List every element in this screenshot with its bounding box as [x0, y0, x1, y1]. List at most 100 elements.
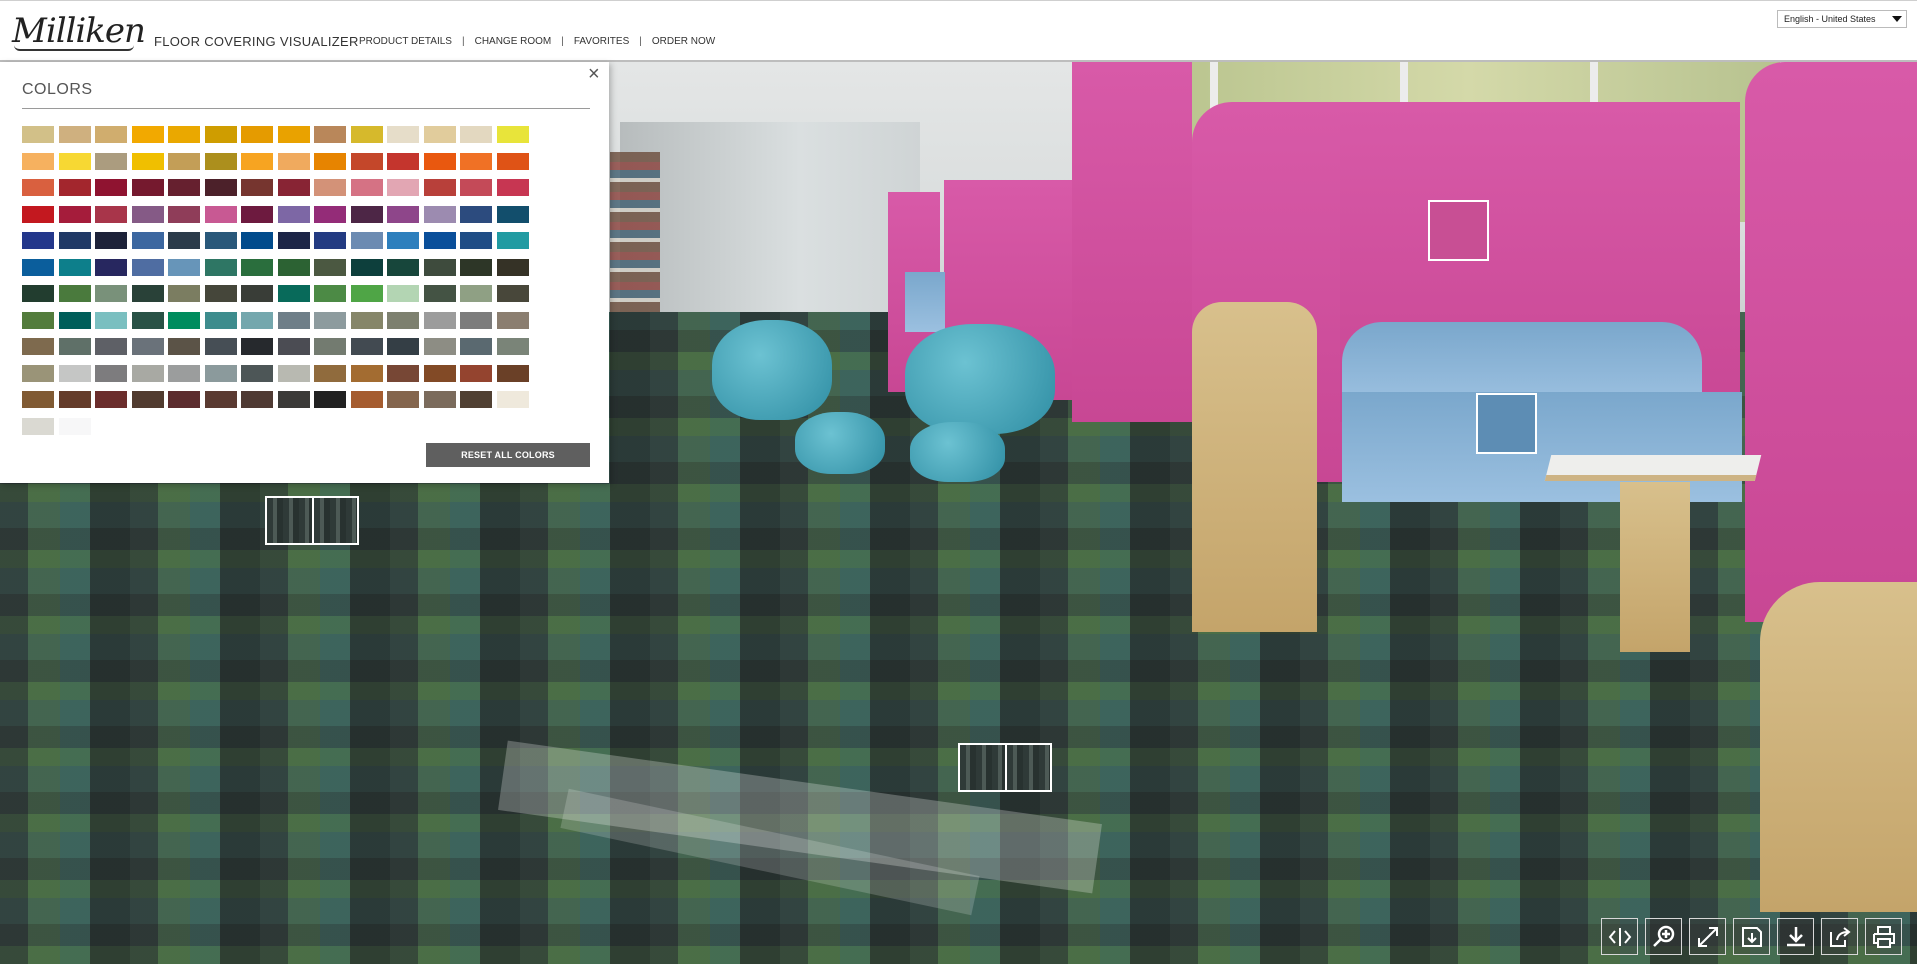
- color-swatch[interactable]: [131, 311, 164, 329]
- color-swatch[interactable]: [314, 258, 346, 276]
- color-swatch[interactable]: [58, 391, 91, 408]
- color-swatch[interactable]: [387, 391, 419, 408]
- color-swatch[interactable]: [314, 205, 346, 223]
- color-swatch[interactable]: [350, 311, 383, 329]
- color-swatch[interactable]: [22, 232, 54, 249]
- color-swatch[interactable]: [131, 285, 164, 302]
- color-swatch[interactable]: [277, 285, 310, 302]
- color-swatch[interactable]: [460, 152, 492, 170]
- color-swatch[interactable]: [131, 258, 164, 276]
- color-swatch[interactable]: [277, 126, 310, 143]
- color-swatch[interactable]: [95, 338, 127, 355]
- color-swatch[interactable]: [58, 232, 91, 249]
- nav-order-now[interactable]: ORDER NOW: [652, 36, 715, 47]
- color-swatch[interactable]: [58, 205, 91, 223]
- color-swatch[interactable]: [131, 205, 164, 223]
- color-swatch[interactable]: [350, 126, 383, 143]
- color-swatch[interactable]: [241, 285, 273, 302]
- color-swatch[interactable]: [95, 311, 127, 329]
- color-swatch[interactable]: [168, 232, 200, 249]
- color-swatch[interactable]: [350, 364, 383, 382]
- color-swatch[interactable]: [350, 205, 383, 223]
- color-swatch[interactable]: [58, 179, 91, 196]
- color-swatch[interactable]: [241, 391, 273, 408]
- color-swatch[interactable]: [22, 258, 54, 276]
- color-swatch[interactable]: [423, 285, 456, 302]
- close-icon[interactable]: ×: [588, 64, 600, 84]
- color-swatch[interactable]: [22, 391, 54, 408]
- color-swatch[interactable]: [387, 126, 419, 143]
- color-swatch[interactable]: [496, 311, 529, 329]
- zoom-in-button[interactable]: [1645, 918, 1682, 955]
- color-swatch[interactable]: [460, 258, 492, 276]
- color-swatch[interactable]: [460, 232, 492, 249]
- color-swatch[interactable]: [241, 338, 273, 355]
- color-swatch[interactable]: [496, 179, 529, 196]
- carpet-hotspot-left[interactable]: [265, 496, 359, 545]
- color-swatch[interactable]: [496, 258, 529, 276]
- color-swatch[interactable]: [496, 232, 529, 249]
- color-swatch[interactable]: [277, 311, 310, 329]
- color-swatch[interactable]: [496, 205, 529, 223]
- color-swatch[interactable]: [460, 391, 492, 408]
- color-swatch[interactable]: [460, 126, 492, 143]
- color-swatch[interactable]: [387, 152, 419, 170]
- color-swatch[interactable]: [241, 364, 273, 382]
- color-swatch[interactable]: [277, 338, 310, 355]
- color-swatch[interactable]: [168, 285, 200, 302]
- compare-button[interactable]: [1601, 918, 1638, 955]
- color-swatch[interactable]: [460, 179, 492, 196]
- color-swatch[interactable]: [22, 126, 54, 143]
- color-swatch[interactable]: [387, 205, 419, 223]
- color-swatch[interactable]: [387, 285, 419, 302]
- color-swatch[interactable]: [350, 391, 383, 408]
- color-swatch[interactable]: [423, 338, 456, 355]
- save-button[interactable]: [1733, 918, 1770, 955]
- nav-favorites[interactable]: FAVORITES: [574, 36, 629, 47]
- carpet-hotspot-center[interactable]: [958, 743, 1052, 792]
- color-swatch[interactable]: [350, 258, 383, 276]
- color-swatch[interactable]: [204, 179, 237, 196]
- color-swatch[interactable]: [277, 152, 310, 170]
- color-swatch[interactable]: [204, 258, 237, 276]
- color-swatch[interactable]: [423, 232, 456, 249]
- color-swatch[interactable]: [22, 179, 54, 196]
- color-swatch[interactable]: [277, 391, 310, 408]
- color-swatch[interactable]: [168, 391, 200, 408]
- color-swatch[interactable]: [22, 152, 54, 170]
- pod-wall-color-hotspot[interactable]: [1428, 200, 1489, 261]
- color-swatch[interactable]: [314, 152, 346, 170]
- color-swatch[interactable]: [95, 391, 127, 408]
- color-swatch[interactable]: [496, 285, 529, 302]
- color-swatch[interactable]: [22, 311, 54, 329]
- color-swatch[interactable]: [423, 179, 456, 196]
- color-swatch[interactable]: [22, 417, 54, 435]
- share-button[interactable]: [1821, 918, 1858, 955]
- color-swatch[interactable]: [204, 232, 237, 249]
- fullscreen-button[interactable]: [1689, 918, 1726, 955]
- color-swatch[interactable]: [314, 391, 346, 408]
- print-button[interactable]: [1865, 918, 1902, 955]
- color-swatch[interactable]: [204, 364, 237, 382]
- color-swatch[interactable]: [277, 364, 310, 382]
- color-swatch[interactable]: [22, 205, 54, 223]
- color-swatch[interactable]: [95, 232, 127, 249]
- color-swatch[interactable]: [387, 338, 419, 355]
- color-swatch[interactable]: [350, 232, 383, 249]
- color-swatch[interactable]: [204, 311, 237, 329]
- color-swatch[interactable]: [387, 232, 419, 249]
- color-swatch[interactable]: [314, 179, 346, 196]
- color-swatch[interactable]: [58, 126, 91, 143]
- color-swatch[interactable]: [241, 152, 273, 170]
- seat-color-hotspot[interactable]: [1476, 393, 1537, 454]
- color-swatch[interactable]: [204, 285, 237, 302]
- color-swatch[interactable]: [350, 338, 383, 355]
- color-swatch[interactable]: [95, 126, 127, 143]
- color-swatch[interactable]: [314, 311, 346, 329]
- color-swatch[interactable]: [496, 338, 529, 355]
- color-swatch[interactable]: [387, 179, 419, 196]
- color-swatch[interactable]: [241, 205, 273, 223]
- language-select[interactable]: English - United States: [1777, 10, 1907, 28]
- color-swatch[interactable]: [58, 417, 91, 435]
- color-swatch[interactable]: [423, 205, 456, 223]
